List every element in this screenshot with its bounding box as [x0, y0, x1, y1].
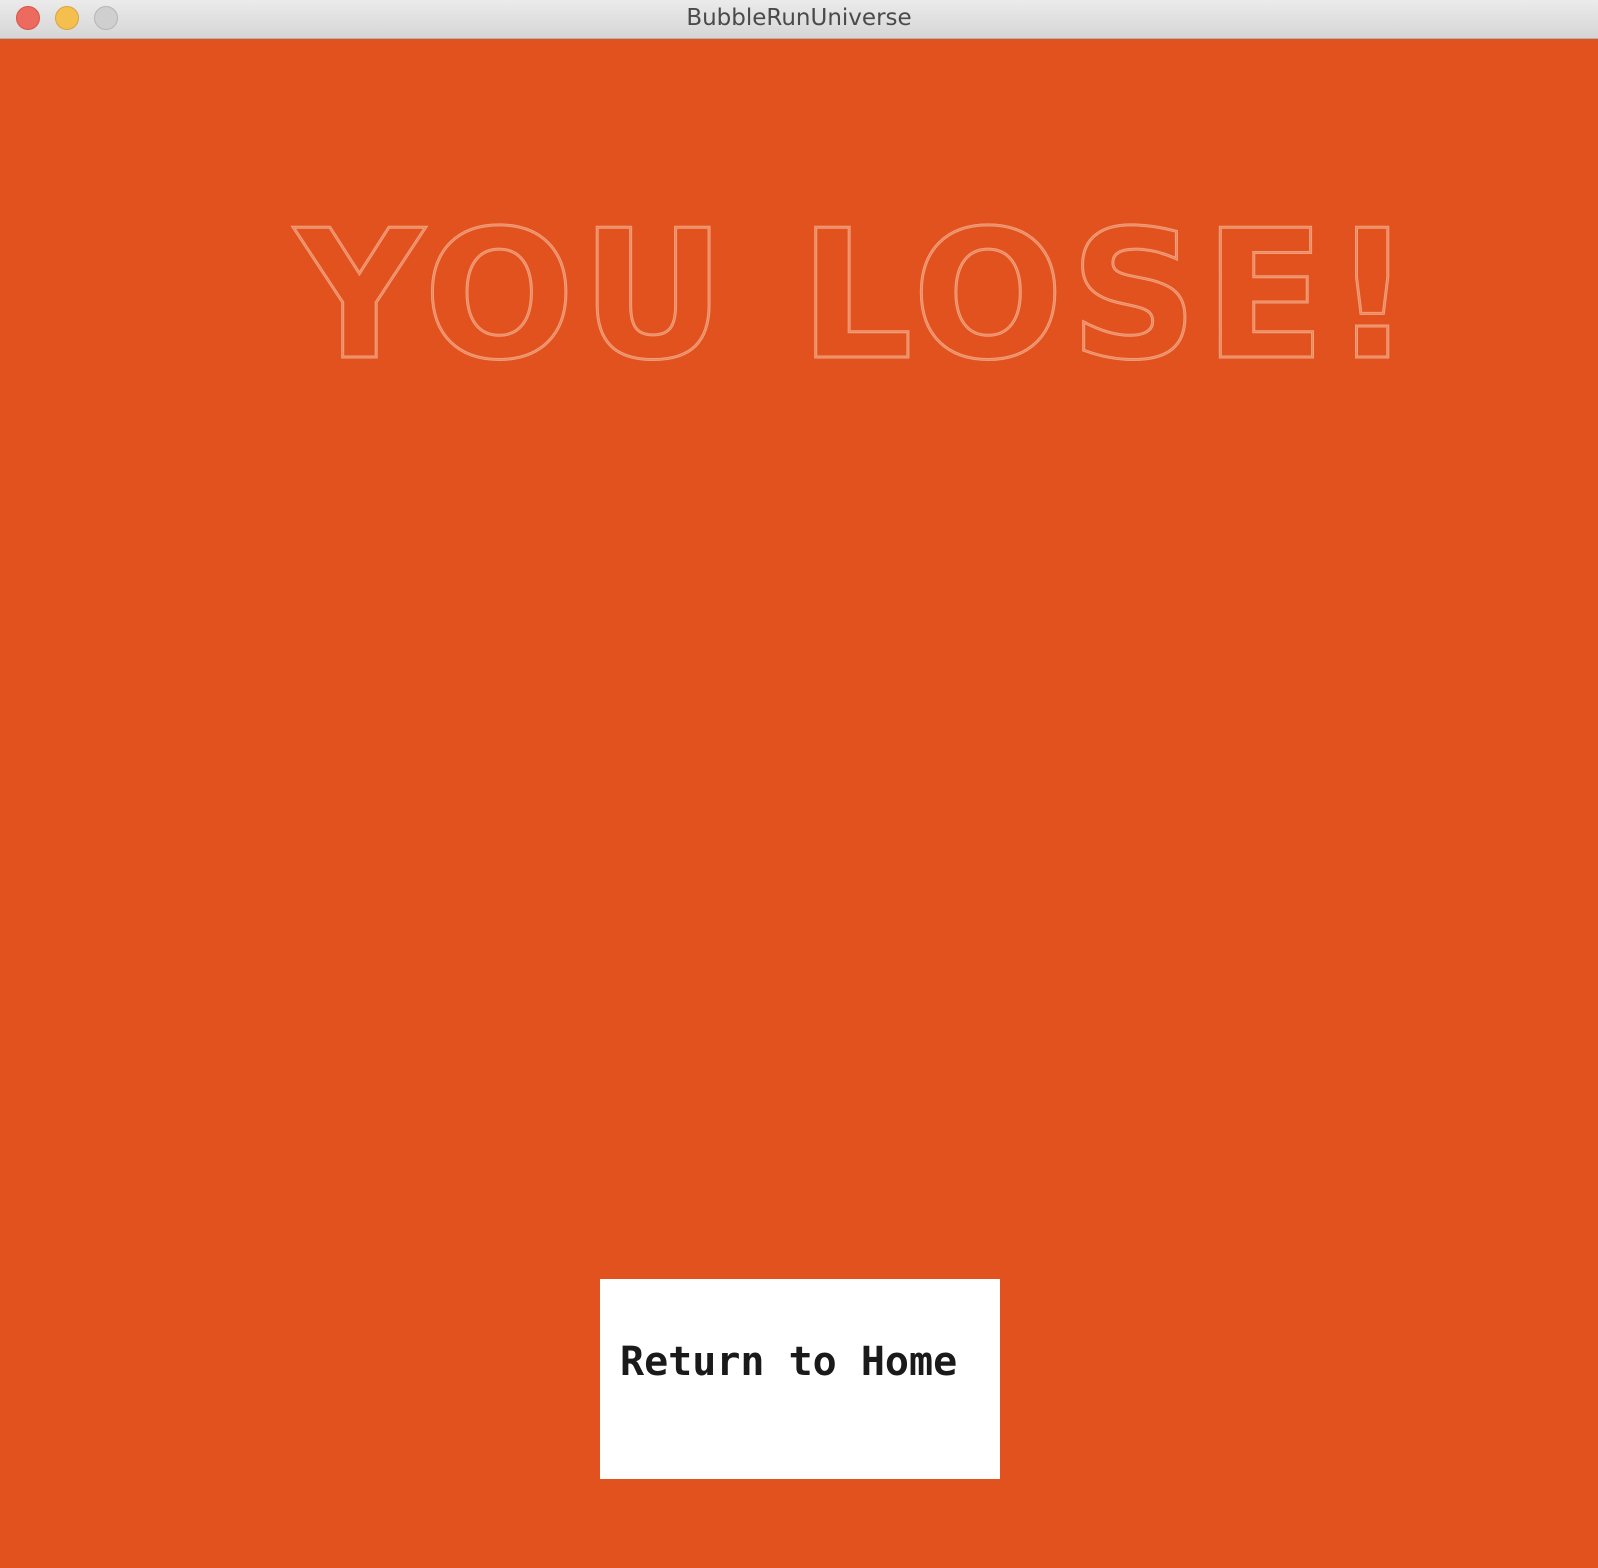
return-to-home-button[interactable]: Return to Home — [600, 1279, 1000, 1479]
return-to-home-label: Return to Home — [620, 1339, 958, 1385]
game-window: BubbleRunUniverse YOU LOSE! YOU LOSE! Re… — [0, 0, 1598, 1568]
you-lose-headline: YOU LOSE! YOU LOSE! — [292, 191, 1419, 390]
you-lose-inner-outline-text: YOU LOSE! — [293, 192, 1419, 389]
title-bar[interactable]: BubbleRunUniverse — [0, 0, 1598, 39]
window-title: BubbleRunUniverse — [686, 5, 912, 31]
game-over-screen: YOU LOSE! YOU LOSE! Return to Home — [0, 39, 1598, 1568]
